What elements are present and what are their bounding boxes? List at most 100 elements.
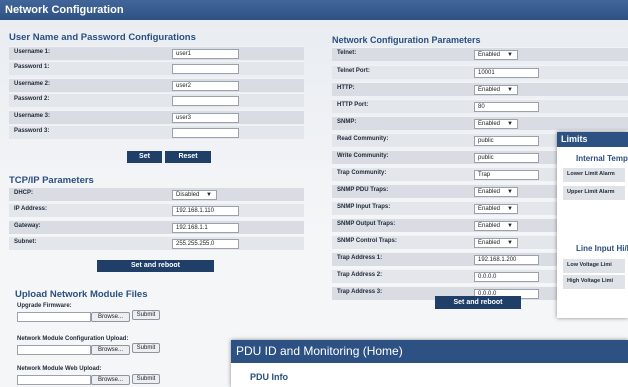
lower-limit-alarm-label: Lower Limit Alarm (567, 171, 615, 177)
upgrade-firmware-label: Upgrade Firmware: (17, 303, 72, 309)
limits-panel: Limits Internal Temp Lower Limit Alarm U… (557, 132, 628, 318)
username-2-input[interactable]: user2 (172, 81, 239, 91)
ip-address-label: IP Address: (14, 206, 48, 212)
user-section-title: User Name and Password Configurations (9, 32, 196, 43)
snmp-pdu-traps-label: SNMP PDU Traps: (337, 187, 389, 193)
limits-panel-title: Limits (557, 132, 628, 147)
password-3-label: Password 3: (14, 128, 50, 134)
dhcp-select-value: Disabled (176, 192, 200, 198)
dhcp-select[interactable]: Disabled ▼ (172, 190, 217, 200)
upper-limit-alarm-label: Upper Limit Alarm (567, 189, 615, 195)
snmp-input-traps-value: Enabled (478, 206, 501, 212)
pdu-panel-title: PDU ID and Monitoring (Home) (231, 340, 628, 363)
set-button[interactable]: Set (127, 151, 162, 163)
password-2-input[interactable] (172, 96, 239, 106)
snmp-control-traps-value: Enabled (478, 240, 501, 246)
tcpip-section-title: TCP/IP Parameters (9, 175, 94, 186)
subnet-label: Subnet: (14, 239, 37, 245)
web-upload-label: Network Module Web Upload: (17, 366, 102, 372)
gateway-label: Gateway: (14, 223, 41, 229)
snmp-output-traps-label: SNMP Output Traps: (337, 221, 396, 227)
write-community-input[interactable]: public (474, 153, 539, 163)
trap-address-3-label: Trap Address 3: (337, 289, 383, 295)
password-1-label: Password 1: (14, 64, 50, 70)
username-3-label: Username 3: (14, 113, 51, 119)
password-2-label: Password 2: (14, 96, 50, 102)
http-port-input[interactable]: 80 (474, 102, 539, 112)
trap-address-2-input[interactable]: 0.0.0.0 (474, 272, 539, 282)
telnet-label: Telnet: (337, 50, 357, 56)
password-1-input[interactable] (172, 64, 239, 74)
chevron-down-icon: ▼ (507, 121, 513, 127)
config-upload-browse-button[interactable]: Browse... (91, 345, 130, 355)
chevron-down-icon: ▼ (206, 192, 212, 198)
username-1-row: Username 1: user1 (9, 46, 304, 60)
netparams-set-and-reboot-button[interactable]: Set and reboot (435, 296, 521, 309)
username-3-input[interactable]: user3 (172, 113, 239, 123)
telnet-row: Telnet: Enabled ▼ (332, 47, 628, 61)
username-3-row: Username 3: user3 (9, 110, 304, 124)
trap-address-1-input[interactable]: 192.168.1.200 (474, 255, 539, 265)
read-community-input[interactable]: public (474, 136, 539, 146)
config-upload-path[interactable] (17, 345, 91, 355)
lower-limit-alarm-row: Lower Limit Alarm (563, 168, 625, 182)
upgrade-firmware-path[interactable] (17, 312, 91, 322)
snmp-input-traps-select[interactable]: Enabled ▼ (474, 204, 518, 214)
snmp-control-traps-select[interactable]: Enabled ▼ (474, 238, 518, 248)
upgrade-firmware-browse-button[interactable]: Browse... (91, 312, 130, 322)
chevron-down-icon: ▼ (507, 189, 513, 195)
telnet-port-label: Telnet Port: (337, 68, 370, 74)
username-2-label: Username 2: (14, 81, 51, 87)
trap-address-2-label: Trap Address 2: (337, 272, 383, 278)
http-port-label: HTTP Port: (337, 102, 369, 108)
gateway-input[interactable]: 192.168.1.1 (172, 223, 239, 233)
subnet-row: Subnet: 255.255.255.0 (9, 236, 304, 250)
config-upload-label: Network Module Configuration Upload: (17, 336, 129, 342)
snmp-output-traps-value: Enabled (478, 223, 501, 229)
chevron-down-icon: ▼ (507, 206, 513, 212)
reset-button[interactable]: Reset (165, 151, 211, 163)
upper-limit-alarm-row: Upper Limit Alarm (563, 186, 625, 200)
low-voltage-limit-row: Low Voltage Limi (563, 259, 625, 273)
upload-section-title: Upload Network Module Files (15, 289, 148, 300)
dhcp-row: DHCP: Disabled ▼ (9, 187, 304, 201)
pdu-monitoring-panel: PDU ID and Monitoring (Home) PDU Info (231, 340, 628, 387)
low-voltage-limit-label: Low Voltage Limi (567, 262, 612, 268)
trap-community-input[interactable]: Trap (474, 170, 539, 180)
snmp-pdu-traps-select[interactable]: Enabled ▼ (474, 187, 518, 197)
snmp-row: SNMP: Enabled ▼ (332, 116, 628, 130)
snmp-label: SNMP: (337, 119, 357, 125)
snmp-output-traps-select[interactable]: Enabled ▼ (474, 221, 518, 231)
ip-address-input[interactable]: 192.168.1.110 (172, 206, 239, 216)
telnet-port-input[interactable]: 10001 (474, 68, 539, 78)
password-2-row: Password 2: (9, 93, 304, 107)
http-port-row: HTTP Port: 80 (332, 99, 628, 113)
subnet-input[interactable]: 255.255.255.0 (172, 239, 239, 249)
web-upload-submit-button[interactable]: Submit (132, 374, 160, 384)
snmp-input-traps-label: SNMP Input Traps: (337, 204, 391, 210)
upgrade-firmware-submit-button[interactable]: Submit (132, 310, 160, 320)
http-label: HTTP: (337, 85, 355, 91)
trap-address-1-label: Trap Address 1: (337, 255, 383, 261)
telnet-select[interactable]: Enabled ▼ (474, 50, 518, 60)
snmp-select[interactable]: Enabled ▼ (474, 119, 518, 129)
username-1-input[interactable]: user1 (172, 49, 239, 59)
high-voltage-limit-label: High Voltage Limi (567, 278, 614, 284)
web-upload-path[interactable] (17, 375, 91, 385)
gateway-row: Gateway: 192.168.1.1 (9, 220, 304, 234)
tcpip-set-and-reboot-button[interactable]: Set and reboot (97, 260, 214, 272)
http-select-value: Enabled (478, 87, 501, 93)
chevron-down-icon: ▼ (507, 87, 513, 93)
snmp-select-value: Enabled (478, 121, 501, 127)
config-upload-submit-button[interactable]: Submit (132, 343, 160, 353)
line-input-heading: Line Input Hi/L (576, 244, 628, 253)
telnet-port-row: Telnet Port: 10001 (332, 65, 628, 79)
chevron-down-icon: ▼ (507, 223, 513, 229)
http-select[interactable]: Enabled ▼ (474, 85, 518, 95)
snmp-control-traps-label: SNMP Control Traps: (337, 238, 397, 244)
network-config-page: User Name and Password Configurations Us… (0, 20, 628, 387)
dhcp-label: DHCP: (14, 190, 33, 196)
http-row: HTTP: Enabled ▼ (332, 82, 628, 96)
password-3-input[interactable] (172, 128, 239, 138)
web-upload-browse-button[interactable]: Browse... (91, 375, 130, 385)
